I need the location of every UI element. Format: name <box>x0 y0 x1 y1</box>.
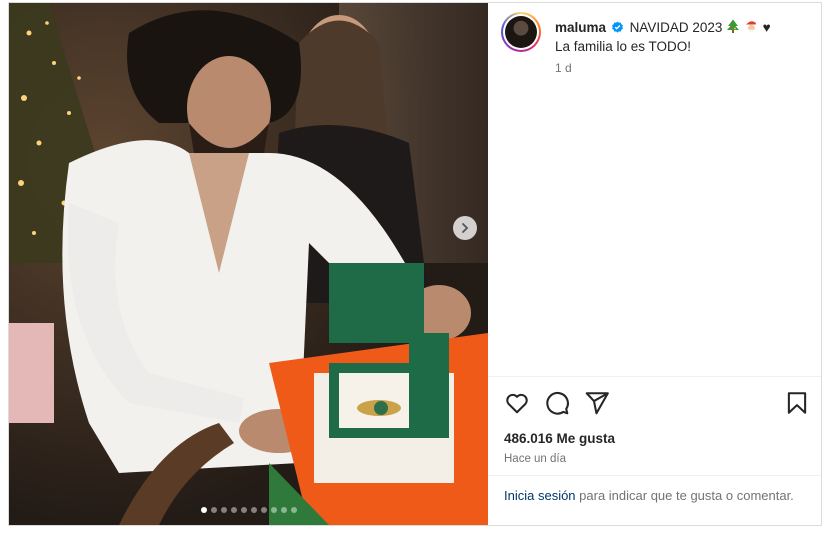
action-bar <box>488 386 821 420</box>
carousel-dot <box>260 507 267 513</box>
carousel-dots <box>9 507 488 513</box>
carousel-dot <box>270 507 277 513</box>
divider <box>488 475 821 476</box>
comment-icon[interactable] <box>544 390 570 416</box>
heart-outline-icon[interactable] <box>504 390 530 416</box>
post-age[interactable]: 1 d <box>555 61 572 75</box>
carousel-dot <box>200 507 207 513</box>
carousel-dot <box>220 507 227 513</box>
caption-title: NAVIDAD 2023 <box>629 20 723 35</box>
login-prompt-text: para indicar que te gusta o comentar. <box>575 488 794 503</box>
carousel-next-button[interactable] <box>453 216 477 240</box>
post-caption: maluma NAVIDAD 2023 ♥ La familia lo es T… <box>555 18 811 56</box>
photo-illustration <box>9 3 488 525</box>
santa-icon <box>745 21 759 32</box>
carousel-dot <box>280 507 287 513</box>
login-prompt: Inicia sesión para indicar que te gusta … <box>504 486 801 505</box>
username-link[interactable]: maluma <box>555 20 606 35</box>
post-side-panel: maluma NAVIDAD 2023 ♥ La familia lo es T… <box>488 3 821 525</box>
verified-badge-icon <box>611 21 623 33</box>
send-icon[interactable] <box>584 390 610 416</box>
story-ring[interactable] <box>501 12 541 52</box>
instagram-post: maluma NAVIDAD 2023 ♥ La familia lo es T… <box>8 2 822 526</box>
carousel-dot <box>290 507 297 513</box>
carousel-dot <box>240 507 247 513</box>
likes-count[interactable]: 486.016 Me gusta <box>504 431 615 446</box>
post-photo[interactable] <box>9 3 488 525</box>
divider <box>488 376 821 377</box>
chevron-right-icon <box>462 223 469 233</box>
carousel-dot <box>210 507 217 513</box>
carousel-dot <box>230 507 237 513</box>
caption-text: La familia lo es TODO! <box>555 39 692 54</box>
avatar[interactable] <box>505 16 537 48</box>
bookmark-icon[interactable] <box>784 390 810 416</box>
heart-symbol: ♥ <box>762 20 771 35</box>
carousel-dot <box>250 507 257 513</box>
christmas-tree-icon <box>727 19 740 33</box>
login-link[interactable]: Inicia sesión <box>504 488 576 503</box>
post-timestamp[interactable]: Hace un día <box>504 453 566 465</box>
